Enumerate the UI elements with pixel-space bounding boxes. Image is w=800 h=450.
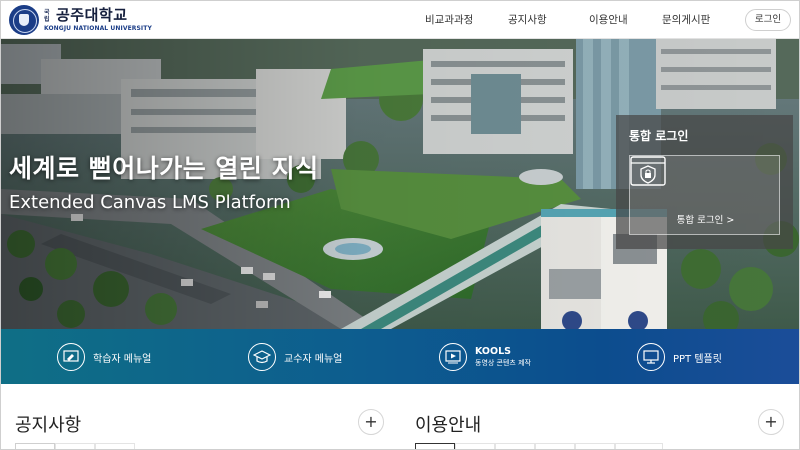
integrated-login-link[interactable]: 통합 로그인 > bbox=[630, 212, 781, 226]
login-button[interactable]: 로그인 bbox=[745, 9, 791, 31]
guide-tab[interactable] bbox=[615, 443, 663, 449]
monitor-icon bbox=[637, 343, 665, 371]
guide-tab[interactable] bbox=[535, 443, 575, 449]
kools-sub-label: 동영상 콘텐츠 제작 bbox=[475, 359, 531, 367]
logo-main: 국립 공주대학교 bbox=[44, 8, 152, 23]
guide-section-title: 이용안내 bbox=[415, 415, 482, 436]
logo-text: 국립 공주대학교 KONGJU NATIONAL UNIVERSITY bbox=[44, 8, 152, 33]
site-header: 국립 공주대학교 KONGJU NATIONAL UNIVERSITY 비교과과… bbox=[1, 1, 799, 39]
instructor-manual-label: 교수자 메뉴얼 bbox=[284, 353, 343, 365]
notice-more-button[interactable]: + bbox=[358, 409, 384, 435]
graduation-cap-icon bbox=[248, 343, 276, 371]
hero-subtitle: Extended Canvas LMS Platform bbox=[9, 192, 291, 213]
quick-links-bar: 학습자 메뉴얼 교수자 메뉴얼 KOOLS 동영상 콘텐츠 제작 PPT 템플릿 bbox=[1, 329, 799, 384]
learner-manual-label: 학습자 메뉴얼 bbox=[93, 353, 152, 365]
notice-tab[interactable] bbox=[55, 443, 95, 449]
nav-inquiry-board[interactable]: 문의게시판 bbox=[662, 1, 710, 39]
video-player-icon bbox=[439, 343, 467, 371]
logo-national-label: 국립 bbox=[44, 8, 50, 23]
kools-label: KOOLS bbox=[475, 346, 511, 357]
ppt-template-link[interactable]: PPT 템플릿 bbox=[637, 341, 722, 373]
hero-banner: 세계로 뻗어나가는 열린 지식 Extended Canvas LMS Plat… bbox=[1, 39, 799, 329]
notice-tab[interactable] bbox=[95, 443, 135, 449]
university-emblem-icon bbox=[9, 5, 39, 35]
integrated-login-box[interactable]: 통합 로그인 > bbox=[629, 155, 780, 235]
hero-title: 세계로 뻗어나가는 열린 지식 bbox=[9, 154, 319, 183]
page: 국립 공주대학교 KONGJU NATIONAL UNIVERSITY 비교과과… bbox=[0, 0, 800, 450]
guide-tab[interactable] bbox=[415, 443, 455, 449]
nav-guide[interactable]: 이용안내 bbox=[589, 1, 628, 39]
kools-link[interactable]: KOOLS 동영상 콘텐츠 제작 bbox=[439, 341, 531, 373]
guide-tab[interactable] bbox=[455, 443, 495, 449]
guide-more-button[interactable]: + bbox=[758, 409, 784, 435]
ppt-template-label: PPT 템플릿 bbox=[673, 353, 722, 365]
learner-manual-link[interactable]: 학습자 메뉴얼 bbox=[57, 341, 151, 373]
university-logo[interactable]: 국립 공주대학교 KONGJU NATIONAL UNIVERSITY bbox=[9, 5, 152, 35]
guide-tab[interactable] bbox=[575, 443, 615, 449]
guide-tab[interactable] bbox=[495, 443, 535, 449]
nav-notices[interactable]: 공지사항 bbox=[508, 1, 547, 39]
learner-manual-icon bbox=[57, 343, 85, 371]
notice-tab[interactable] bbox=[15, 443, 55, 449]
instructor-manual-link[interactable]: 교수자 메뉴얼 bbox=[248, 341, 342, 373]
secure-login-icon bbox=[630, 156, 666, 186]
logo-name: 공주대학교 bbox=[56, 6, 128, 24]
login-panel-title: 통합 로그인 bbox=[629, 129, 689, 143]
logo-english-name: KONGJU NATIONAL UNIVERSITY bbox=[44, 25, 152, 32]
notice-section-title: 공지사항 bbox=[15, 415, 82, 436]
nav-extracurricular[interactable]: 비교과과정 bbox=[425, 1, 473, 39]
integrated-login-panel: 통합 로그인 통합 로그인 > bbox=[616, 115, 793, 249]
kools-text: KOOLS 동영상 콘텐츠 제작 bbox=[475, 346, 531, 368]
